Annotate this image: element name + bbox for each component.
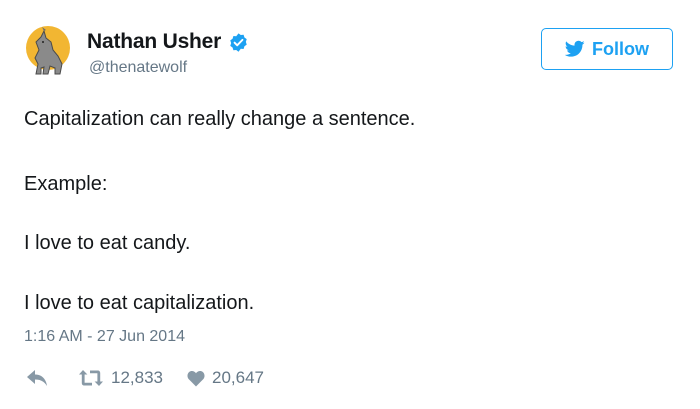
user-handle[interactable]: @thenatewolf bbox=[89, 59, 187, 77]
reply-icon bbox=[27, 370, 47, 386]
verified-badge-icon bbox=[230, 32, 247, 52]
avatar[interactable] bbox=[22, 24, 74, 76]
tweet-text-line: Example: bbox=[24, 173, 108, 195]
tweet-text-line: Capitalization can really change a sente… bbox=[24, 108, 416, 130]
tweet-text-line: I love to eat capitalization. bbox=[24, 292, 255, 314]
retweet-icon bbox=[79, 370, 103, 386]
retweet-button[interactable]: 12,833 bbox=[78, 368, 163, 388]
follow-button[interactable]: Follow bbox=[541, 28, 673, 70]
name-row: Nathan Usher bbox=[87, 30, 249, 54]
tweet-card: Nathan Usher @thenatewolf Follow Capital… bbox=[0, 0, 700, 409]
tweet-text-line: I love to eat candy. bbox=[24, 232, 191, 254]
tweet-timestamp[interactable]: 1:16 AM - 27 Jun 2014 bbox=[24, 328, 185, 346]
retweet-count: 12,833 bbox=[111, 368, 163, 387]
bird-icon bbox=[565, 40, 585, 57]
tweet-actions: 12,833 20,647 bbox=[26, 366, 264, 390]
heart-icon bbox=[187, 370, 205, 386]
follow-button-label: Follow bbox=[592, 38, 649, 59]
like-button[interactable]: 20,647 bbox=[187, 368, 264, 388]
display-name[interactable]: Nathan Usher bbox=[87, 30, 221, 54]
like-count: 20,647 bbox=[212, 368, 264, 387]
reply-button[interactable] bbox=[26, 369, 48, 387]
